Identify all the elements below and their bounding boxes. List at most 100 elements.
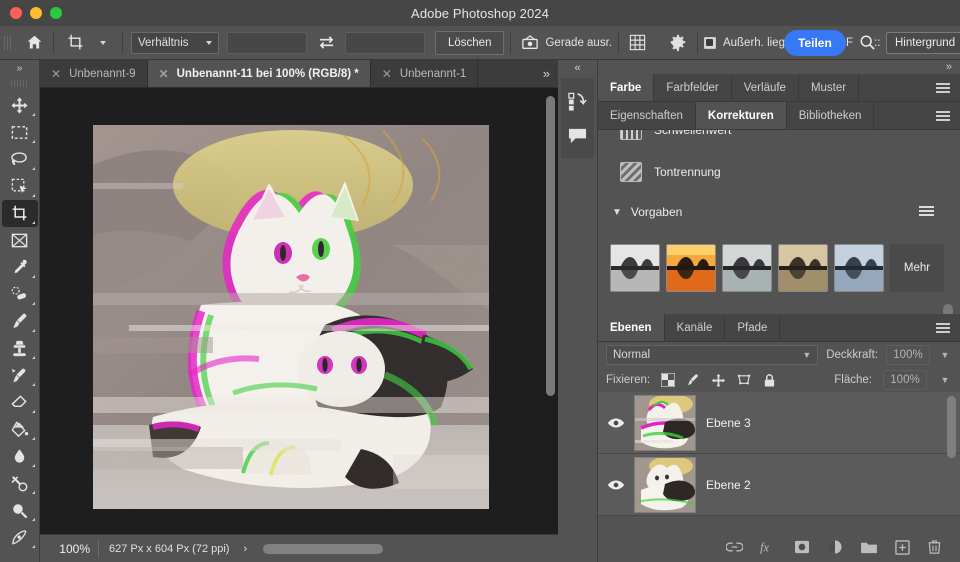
adjustment-layer-icon[interactable] bbox=[827, 539, 843, 555]
link-layers-icon[interactable] bbox=[726, 541, 743, 553]
document-tab-1[interactable]: ✕ Unbenannt-11 bei 100% (RGB/8) * bbox=[147, 60, 371, 87]
eyedropper-tool[interactable] bbox=[2, 254, 38, 281]
preset-thumbnail-0[interactable] bbox=[610, 244, 660, 292]
tab-kanaele[interactable]: Kanäle bbox=[665, 314, 726, 341]
tab-farbe[interactable]: Farbe bbox=[598, 74, 655, 101]
gear-icon[interactable] bbox=[665, 30, 691, 56]
document-info[interactable]: 627 Px x 604 Px (72 ppi) › bbox=[98, 539, 257, 558]
opacity-input[interactable]: 100% bbox=[886, 345, 930, 365]
straighten-label[interactable]: Gerade ausr. bbox=[545, 37, 611, 49]
home-icon[interactable] bbox=[21, 30, 47, 56]
history-brush-tool[interactable] bbox=[2, 362, 38, 389]
preset-thumbnail-4[interactable] bbox=[834, 244, 884, 292]
chevron-right-icon[interactable]: › bbox=[243, 543, 247, 555]
options-bar-grip[interactable] bbox=[4, 32, 13, 53]
layer-thumbnail[interactable] bbox=[634, 456, 696, 513]
document-tab-2[interactable]: ✕ Unbenannt-1 bbox=[371, 60, 479, 87]
layer-style-fx-icon[interactable]: fx bbox=[760, 540, 777, 555]
dodge-tool[interactable] bbox=[2, 470, 38, 497]
tab-ebenen[interactable]: Ebenen bbox=[598, 314, 665, 341]
blend-mode-select[interactable]: Normal ▼ bbox=[606, 345, 819, 365]
layer-thumbnail[interactable] bbox=[634, 394, 696, 451]
canvas-vertical-scroll-thumb[interactable] bbox=[546, 96, 555, 396]
actions-panel-icon[interactable] bbox=[561, 84, 594, 118]
healing-brush-tool[interactable] bbox=[2, 281, 38, 308]
pen-tool[interactable] bbox=[2, 524, 38, 551]
crop-tool-preset-chevron-down-icon[interactable] bbox=[90, 30, 116, 56]
canvas-horizontal-scroll-thumb[interactable] bbox=[263, 543, 384, 554]
layers-list-scroll-thumb[interactable] bbox=[947, 396, 956, 458]
layers-list[interactable]: Ebene 3 Ebene 2 bbox=[598, 392, 960, 534]
canvas-area[interactable] bbox=[40, 88, 558, 534]
panel-menu-icon[interactable] bbox=[926, 74, 960, 101]
preset-thumbnail-3[interactable] bbox=[778, 244, 828, 292]
preset-thumbnail-1[interactable] bbox=[666, 244, 716, 292]
tab-eigenschaften[interactable]: Eigenschaften bbox=[598, 102, 696, 129]
clear-button[interactable]: Löschen bbox=[435, 30, 505, 55]
table-row[interactable]: Ebene 3 bbox=[598, 392, 960, 454]
straighten-icon[interactable] bbox=[517, 30, 543, 56]
eraser-tool[interactable] bbox=[2, 389, 38, 416]
frame-tool[interactable] bbox=[2, 227, 38, 254]
preset-thumbnail-2[interactable] bbox=[722, 244, 772, 292]
layer-visibility-eye-icon[interactable] bbox=[598, 479, 634, 491]
clone-stamp-tool[interactable] bbox=[2, 335, 38, 362]
lock-all-icon[interactable] bbox=[763, 373, 776, 388]
object-selection-tool[interactable] bbox=[2, 173, 38, 200]
layer-name[interactable]: Ebene 3 bbox=[706, 416, 751, 430]
list-view-icon[interactable] bbox=[919, 206, 934, 218]
adjustment-tontrennung[interactable]: Tontrennung bbox=[598, 155, 960, 189]
new-group-icon[interactable] bbox=[860, 540, 878, 554]
lock-transparent-pixels-icon[interactable] bbox=[661, 373, 676, 387]
zoom-tool[interactable] bbox=[2, 497, 38, 524]
tools-panel-grip[interactable] bbox=[10, 78, 29, 88]
gradient-tool[interactable] bbox=[2, 416, 38, 443]
tab-verlaeufe[interactable]: Verläufe bbox=[732, 74, 799, 101]
presets-more-button[interactable]: Mehr bbox=[890, 244, 944, 292]
lasso-tool[interactable] bbox=[2, 146, 38, 173]
crop-tool-icon[interactable] bbox=[60, 30, 90, 56]
crop-height-input[interactable] bbox=[345, 31, 425, 54]
lock-image-pixels-icon[interactable] bbox=[686, 373, 700, 387]
lock-position-icon[interactable] bbox=[711, 373, 726, 388]
swap-arrows-icon[interactable] bbox=[313, 30, 339, 56]
presets-section-header[interactable]: ▼ Vorgaben bbox=[598, 197, 960, 227]
workspace-switcher[interactable]: Hintergrund bbox=[886, 31, 960, 54]
comments-panel-icon[interactable] bbox=[561, 118, 594, 152]
fill-input[interactable]: 100% bbox=[883, 370, 927, 390]
lock-artboard-icon[interactable] bbox=[737, 373, 752, 387]
close-icon[interactable]: ✕ bbox=[159, 67, 169, 81]
aspect-ratio-select[interactable]: Verhältnis bbox=[131, 31, 219, 54]
tab-farbfelder[interactable]: Farbfelder bbox=[654, 74, 732, 101]
panel-menu-icon[interactable] bbox=[926, 314, 960, 341]
tab-pfade[interactable]: Pfade bbox=[725, 314, 781, 341]
document-tab-0[interactable]: ✕ Unbenannt-9 bbox=[40, 60, 148, 87]
tab-korrekturen[interactable]: Korrekturen bbox=[695, 102, 787, 129]
close-icon[interactable]: ✕ bbox=[382, 67, 392, 81]
adjustment-schwellenwert[interactable]: Schwellenwert bbox=[598, 130, 960, 141]
panel-menu-icon[interactable] bbox=[926, 102, 960, 129]
chevron-down-icon[interactable]: ▼ bbox=[612, 207, 622, 218]
layer-visibility-eye-icon[interactable] bbox=[598, 417, 634, 429]
layer-mask-icon[interactable] bbox=[794, 540, 810, 554]
crop-tool[interactable] bbox=[1, 200, 38, 227]
layer-name[interactable]: Ebene 2 bbox=[706, 478, 751, 492]
blur-tool[interactable] bbox=[2, 443, 38, 470]
table-row[interactable]: Ebene 2 bbox=[598, 454, 960, 516]
tab-muster[interactable]: Muster bbox=[799, 74, 860, 101]
zoom-level[interactable]: 100% bbox=[40, 542, 98, 556]
brush-tool[interactable] bbox=[2, 308, 38, 335]
delete-cropped-pixels-checkbox[interactable] bbox=[703, 36, 716, 49]
rectangular-marquee-tool[interactable] bbox=[2, 119, 38, 146]
canvas-vertical-scrollbar[interactable] bbox=[546, 92, 555, 504]
fill-chevron-down-icon[interactable]: ▼ bbox=[938, 370, 952, 390]
workspace-dots-label[interactable]: :: bbox=[874, 37, 880, 49]
mini-dock-collapse-chevron-double-left-icon[interactable]: « bbox=[558, 60, 597, 76]
document-tabs-overflow-chevron-double-right-icon[interactable]: » bbox=[535, 60, 558, 87]
move-tool[interactable] bbox=[2, 92, 38, 119]
grid-overlay-icon[interactable] bbox=[625, 30, 651, 56]
new-layer-icon[interactable] bbox=[895, 539, 910, 555]
opacity-chevron-down-icon[interactable]: ▼ bbox=[938, 345, 952, 365]
right-dock-expand-chevron-double-right-icon[interactable]: » bbox=[598, 60, 960, 74]
share-button[interactable]: Teilen bbox=[784, 29, 846, 56]
